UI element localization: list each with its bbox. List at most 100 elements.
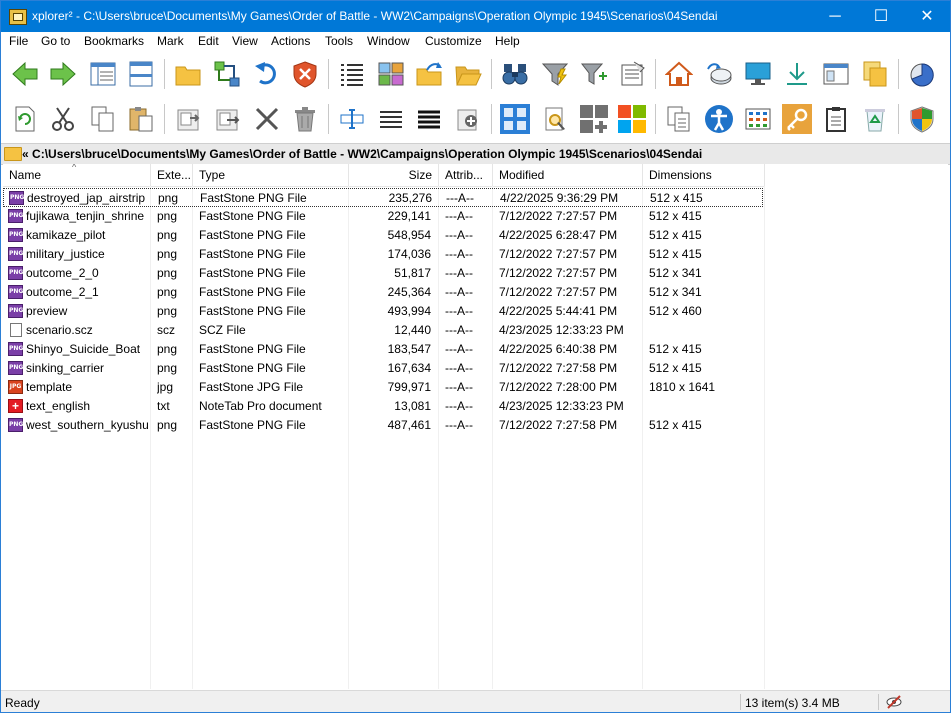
file-row[interactable]: PNG preview png FastStone PNG File 493,994 --… (3, 302, 763, 321)
file-name[interactable]: destroyed_jap_airstrip (27, 189, 149, 208)
column-header-dimensions[interactable]: Dimensions (643, 164, 765, 186)
address-bar[interactable]: « C:\Users\bruce\Documents\My Games\Orde… (1, 143, 950, 165)
file-name[interactable]: preview (26, 302, 148, 321)
recycle-icon[interactable] (858, 102, 892, 136)
minimize-button[interactable]: ─ (812, 1, 858, 32)
security-shield-icon[interactable] (905, 102, 939, 136)
menu-actions[interactable]: Actions (271, 34, 310, 48)
key-icon[interactable] (780, 102, 814, 136)
file-row[interactable]: PNG Shinyo_Suicide_Boat png FastStone PNG F… (3, 340, 763, 359)
file-row[interactable]: PNG fujikawa_tenjin_shrine png FastStone PN… (3, 207, 763, 226)
back-icon[interactable] (8, 57, 42, 91)
move-files-icon[interactable] (210, 102, 244, 136)
paste-icon[interactable] (124, 102, 158, 136)
file-row[interactable]: PNG west_southern_kyushu png FastStone PNG … (3, 416, 763, 435)
file-name[interactable]: west_southern_kyushu (26, 416, 148, 435)
browse-grid-icon[interactable] (741, 102, 775, 136)
column-header-modified[interactable]: Modified (493, 164, 643, 186)
new-file-icon[interactable] (451, 102, 485, 136)
menu-bookmarks[interactable]: Bookmarks (84, 34, 144, 48)
rename-icon[interactable] (335, 102, 369, 136)
window-icon[interactable] (819, 57, 853, 91)
file-name[interactable]: kamikaze_pilot (26, 226, 148, 245)
map-drive-icon[interactable] (702, 57, 736, 91)
undo-icon[interactable] (250, 57, 284, 91)
move-to-icon[interactable] (412, 57, 446, 91)
file-row[interactable]: + text_english txt NoteTab Pro document 13,0… (3, 397, 763, 416)
search-doc-icon[interactable] (538, 102, 572, 136)
app-icon[interactable] (9, 9, 27, 25)
accessibility-icon[interactable] (702, 102, 736, 136)
address-prefix[interactable]: « (22, 147, 29, 161)
column-header-attrib[interactable]: Attrib... (439, 164, 493, 186)
details-pane-icon[interactable] (86, 57, 120, 91)
copy-path-icon[interactable] (662, 102, 696, 136)
desktop-icon[interactable] (741, 57, 775, 91)
file-name[interactable]: outcome_2_1 (26, 283, 148, 302)
bold-lines-icon[interactable] (412, 102, 446, 136)
file-row[interactable]: PNG outcome_2_0 png FastStone PNG File 51,81… (3, 264, 763, 283)
hidden-files-icon[interactable] (886, 694, 902, 710)
download-icon[interactable] (780, 57, 814, 91)
file-row[interactable]: PNG destroyed_jap_airstrip png FastStone PN… (3, 188, 763, 207)
menu-file[interactable]: File (9, 34, 28, 48)
copy-to-icon[interactable] (171, 102, 205, 136)
sync-folders-icon[interactable] (210, 57, 244, 91)
menu-view[interactable]: View (232, 34, 258, 48)
column-header-name[interactable]: Name ^ (3, 164, 151, 186)
new-folder-icon[interactable] (171, 57, 205, 91)
list-view-icon[interactable] (335, 57, 369, 91)
address-path[interactable]: « C:\Users\bruce\Documents\My Games\Orde… (22, 147, 702, 161)
menu-lines-icon[interactable] (374, 102, 408, 136)
file-name[interactable]: outcome_2_0 (26, 264, 148, 283)
refresh-icon[interactable] (8, 102, 42, 136)
maximize-button[interactable]: ☐ (858, 1, 904, 32)
gray-tiles-icon[interactable] (577, 102, 611, 136)
filter-icon[interactable] (538, 57, 572, 91)
copy-icon[interactable] (86, 102, 120, 136)
stacked-folders-icon[interactable] (858, 57, 892, 91)
open-folder-icon[interactable] (451, 57, 485, 91)
menu-tools[interactable]: Tools (325, 34, 353, 48)
add-filter-icon[interactable] (577, 57, 611, 91)
file-row[interactable]: JPG template jpg FastStone JPG File 799,971-… (3, 378, 763, 397)
file-row[interactable]: PNG sinking_carrier png FastStone PNG File 1… (3, 359, 763, 378)
column-header-ext[interactable]: Exte... (151, 164, 193, 186)
file-row[interactable]: PNG kamikaze_pilot png FastStone PNG File 54… (3, 226, 763, 245)
close-button[interactable]: ✕ (904, 1, 950, 32)
home-icon[interactable] (662, 57, 696, 91)
file-name[interactable]: fujikawa_tenjin_shrine (26, 207, 148, 226)
pie-chart-icon[interactable] (905, 57, 939, 91)
menu-customize[interactable]: Customize (425, 34, 482, 48)
file-name[interactable]: text_english (26, 397, 148, 416)
menu-goto[interactable]: Go to (41, 34, 70, 48)
thumbnails-icon[interactable] (374, 57, 408, 91)
column-header-type[interactable]: Type (193, 164, 349, 186)
find-binoculars-icon[interactable] (498, 57, 532, 91)
menu-window[interactable]: Window (367, 34, 410, 48)
menu-mark[interactable]: Mark (157, 34, 184, 48)
file-row[interactable]: PNG outcome_2_1 png FastStone PNG File 245,3… (3, 283, 763, 302)
clipboard-icon[interactable] (819, 102, 853, 136)
grid-view-icon[interactable] (498, 102, 532, 136)
delete-shield-icon[interactable] (288, 57, 322, 91)
dual-pane-icon[interactable] (124, 57, 158, 91)
file-name[interactable]: Shinyo_Suicide_Boat (26, 340, 148, 359)
delete-x-icon[interactable] (250, 102, 284, 136)
properties-icon[interactable] (615, 57, 649, 91)
column-header-size[interactable]: Size (349, 164, 439, 186)
cut-icon[interactable] (46, 102, 80, 136)
menu-help[interactable]: Help (495, 34, 520, 48)
menu-edit[interactable]: Edit (198, 34, 219, 48)
file-name[interactable]: sinking_carrier (26, 359, 148, 378)
forward-icon[interactable] (46, 57, 80, 91)
file-row[interactable]: PNG military_justice png FastStone PNG File… (3, 245, 763, 264)
recycle-bin-icon[interactable] (288, 102, 322, 136)
file-list[interactable]: Name ^ Exte... Type Size Attrib... Modifi… (3, 164, 948, 689)
file-row[interactable]: scenario.scz scz SCZ File 12,440 ---A-- 4/23/… (3, 321, 763, 340)
file-name[interactable]: template (26, 378, 148, 397)
file-name[interactable]: military_justice (26, 245, 148, 264)
file-name[interactable]: scenario.scz (26, 321, 148, 340)
title-bar[interactable]: xplorer² - C:\Users\bruce\Documents\My G… (1, 1, 950, 32)
colored-tiles-icon[interactable] (615, 102, 649, 136)
